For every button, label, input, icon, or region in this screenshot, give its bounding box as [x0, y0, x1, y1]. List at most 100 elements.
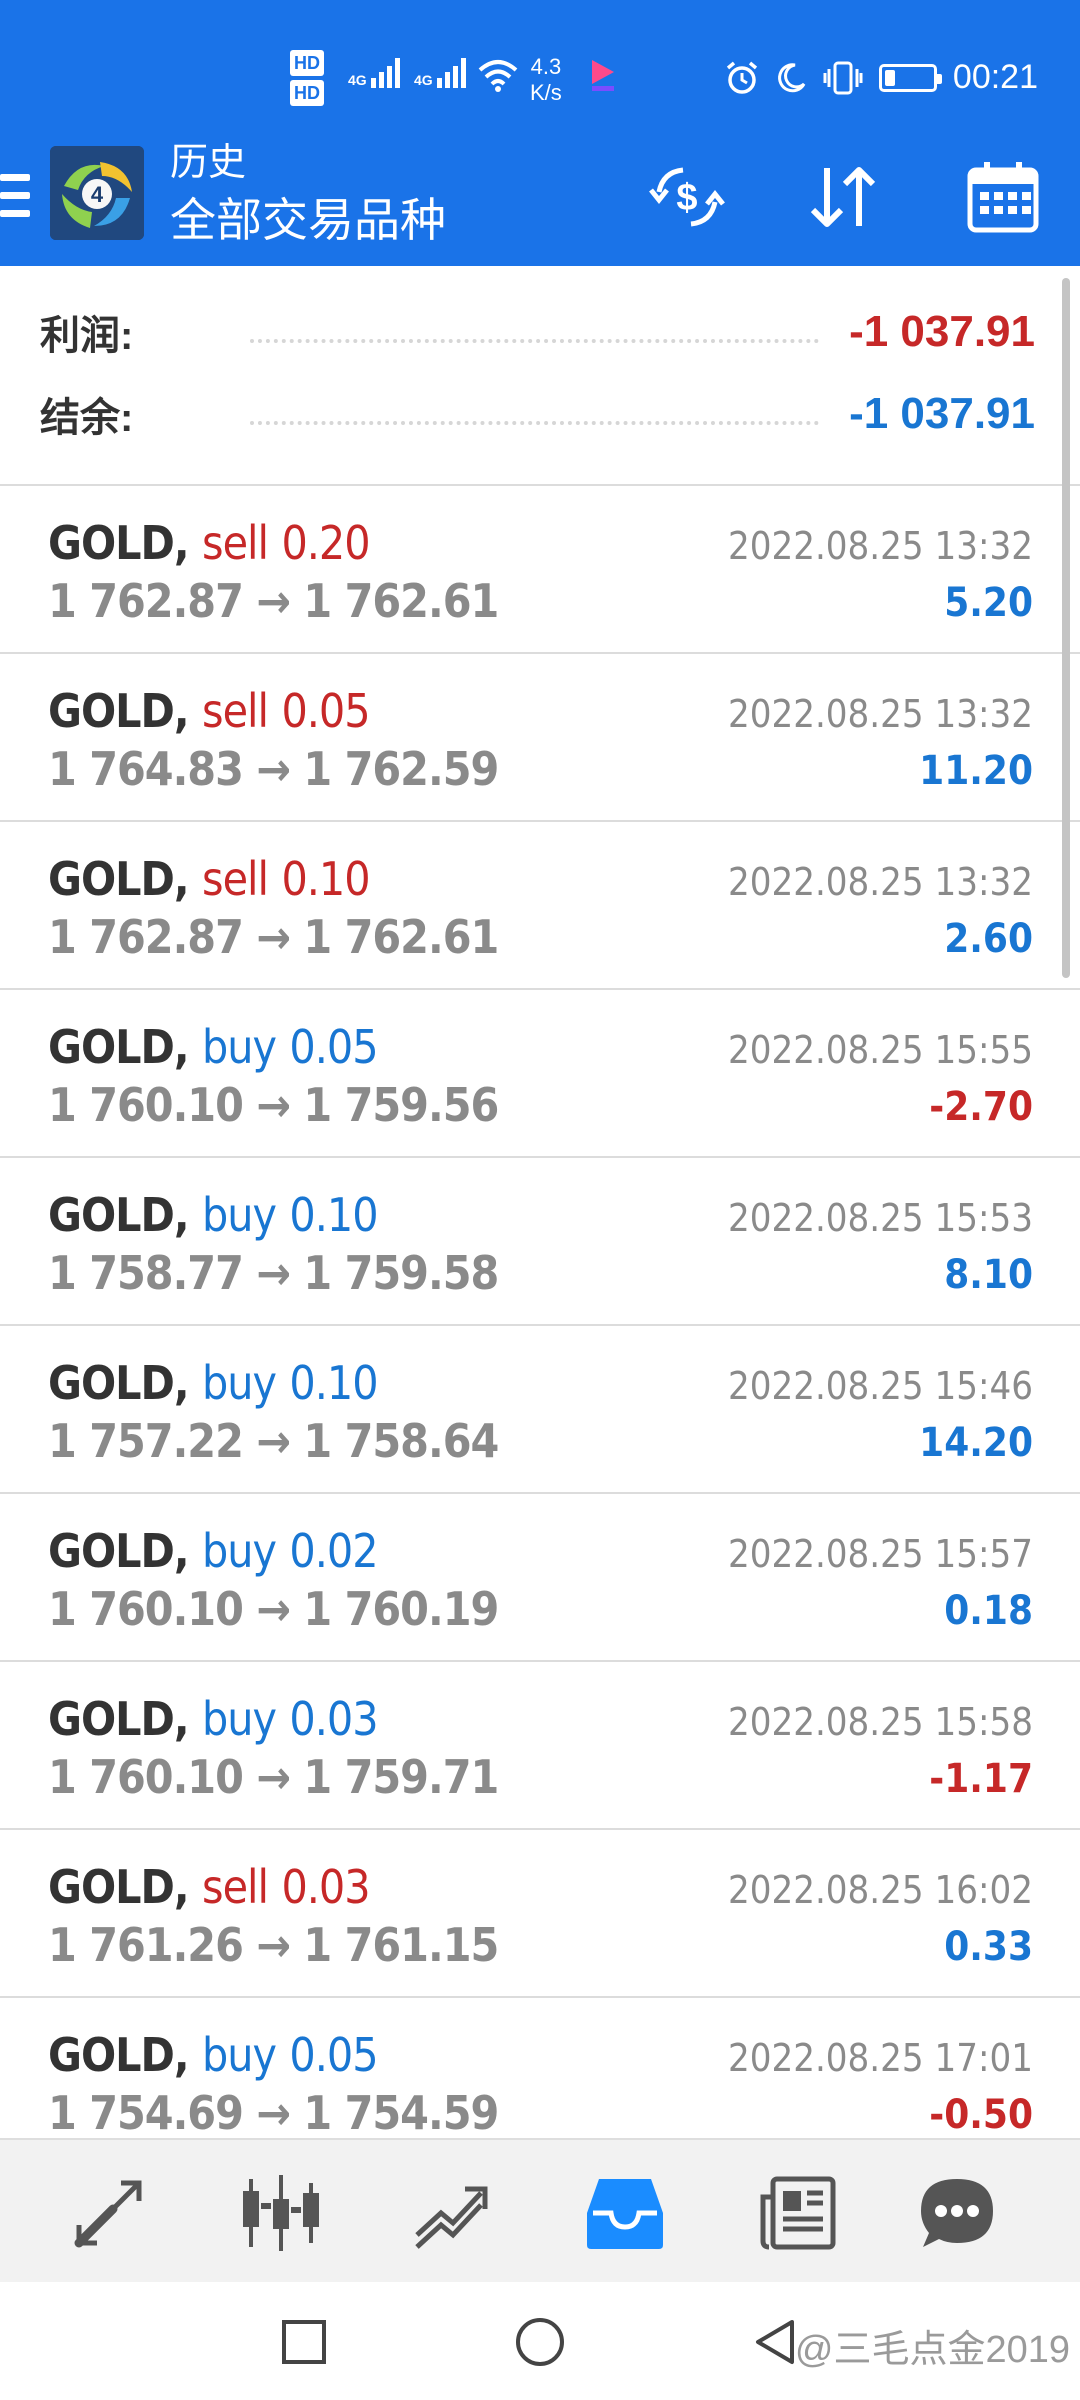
trade-lot: 0.20	[281, 516, 370, 570]
trade-time: 2022.08.25 17:01	[727, 2036, 1033, 2080]
trade-symbol-line: GOLD, buy 0.02	[48, 1524, 379, 1578]
open-price: 1 758.77	[48, 1246, 244, 1300]
trade-symbol: GOLD,	[48, 1020, 190, 1074]
trade-lot: 0.03	[281, 1860, 370, 1914]
trade-prices: 1 757.22 → 1 758.64	[48, 1414, 499, 1468]
trade-time: 2022.08.25 13:32	[727, 692, 1033, 736]
trade-profit: -2.70	[929, 1084, 1033, 1130]
quotes-tab[interactable]	[64, 2168, 154, 2258]
trade-prices: 1 762.87 → 1 762.61	[48, 910, 499, 964]
clock: 00:21	[952, 58, 1038, 96]
screen-title: 历史	[170, 142, 247, 184]
trade-symbol-line: GOLD, sell 0.05	[48, 684, 371, 738]
trade-time: 2022.08.25 15:55	[727, 1028, 1033, 1072]
trade-time: 2022.08.25 15:46	[727, 1364, 1033, 1408]
open-price: 1 762.87	[48, 574, 244, 628]
trade-row[interactable]: GOLD, buy 0.05 1 760.10 → 1 759.56 2022.…	[0, 990, 1080, 1158]
history-tab[interactable]	[580, 2168, 670, 2258]
news-tab[interactable]	[754, 2168, 844, 2258]
trade-time: 2022.08.25 16:02	[727, 1868, 1033, 1912]
bottom-navigation	[0, 2138, 1080, 2282]
trade-symbol: GOLD,	[48, 1356, 190, 1410]
trade-profit: 0.18	[944, 1588, 1033, 1634]
close-price: 1 758.64	[303, 1414, 499, 1468]
open-price: 1 762.87	[48, 910, 244, 964]
open-price: 1 760.10	[48, 1750, 244, 1804]
quotes-icon	[74, 2180, 142, 2248]
balance-label: 结余:	[40, 396, 134, 440]
network-type-1: 4G	[348, 72, 367, 88]
arrow-icon: →	[256, 574, 291, 628]
trade-side: buy	[202, 1188, 277, 1242]
trade-profit: 14.20	[919, 1420, 1033, 1466]
hd2-badge: HD	[290, 80, 324, 106]
summary-panel: 利润: -1 037.91 结余: -1 037.91	[0, 266, 1080, 486]
close-price: 1 759.58	[303, 1246, 499, 1300]
watermark: @三毛点金2019	[794, 2329, 1070, 2371]
trade-tab[interactable]	[406, 2168, 496, 2258]
profit-value: -1 037.91	[849, 307, 1035, 356]
trade-lot: 0.03	[289, 1692, 378, 1746]
menu-icon[interactable]	[0, 174, 30, 224]
network-speed: 4.3 K/s	[530, 54, 562, 106]
trade-symbol: GOLD,	[48, 516, 190, 570]
back-icon[interactable]	[752, 2318, 798, 2366]
trade-prices: 1 764.83 → 1 762.59	[48, 742, 499, 796]
arrow-icon: →	[256, 1582, 291, 1636]
news-icon	[760, 2176, 836, 2250]
volte-indicator: HD HD	[290, 50, 324, 110]
trade-row[interactable]: GOLD, sell 0.05 1 764.83 → 1 762.59 2022…	[0, 654, 1080, 822]
chart-tab[interactable]	[236, 2168, 326, 2258]
trade-lot: 0.10	[281, 852, 370, 906]
symbol-filter[interactable]: 全部交易品种	[170, 192, 446, 248]
trade-time: 2022.08.25 13:32	[727, 524, 1033, 568]
trade-side: sell	[202, 516, 269, 570]
trade-row[interactable]: GOLD, buy 0.03 1 760.10 → 1 759.71 2022.…	[0, 1662, 1080, 1830]
trade-row[interactable]: GOLD, buy 0.10 1 758.77 → 1 759.58 2022.…	[0, 1158, 1080, 1326]
close-price: 1 762.59	[303, 742, 499, 796]
trade-history-list[interactable]: GOLD, sell 0.20 1 762.87 → 1 762.61 2022…	[0, 486, 1080, 2138]
trade-side: buy	[202, 2028, 277, 2082]
arrow-icon: →	[256, 1078, 291, 1132]
trade-row[interactable]: GOLD, buy 0.05 1 754.69 → 1 754.59 2022.…	[0, 1998, 1080, 2138]
network-type-2: 4G	[414, 72, 433, 88]
trade-lot: 0.05	[289, 1020, 378, 1074]
trade-profit: -0.50	[929, 2092, 1033, 2138]
signal-icon: 4G	[414, 58, 469, 88]
arrow-icon: →	[256, 1414, 291, 1468]
trade-prices: 1 758.77 → 1 759.58	[48, 1246, 499, 1300]
speed-value: 4.3	[530, 54, 562, 79]
trade-symbol-line: GOLD, buy 0.10	[48, 1188, 379, 1242]
trade-row[interactable]: GOLD, sell 0.20 1 762.87 → 1 762.61 2022…	[0, 486, 1080, 654]
trade-row[interactable]: GOLD, sell 0.10 1 762.87 → 1 762.61 2022…	[0, 822, 1080, 990]
trade-symbol: GOLD,	[48, 2028, 190, 2082]
trade-row[interactable]: GOLD, sell 0.03 1 761.26 → 1 761.15 2022…	[0, 1830, 1080, 1998]
close-price: 1 759.56	[303, 1078, 499, 1132]
balance-value: -1 037.91	[849, 389, 1035, 438]
chat-tab[interactable]	[912, 2168, 1002, 2258]
trade-symbol-line: GOLD, buy 0.03	[48, 1692, 379, 1746]
period-button[interactable]	[960, 154, 1046, 240]
trade-side: sell	[202, 1860, 269, 1914]
wifi-icon	[478, 60, 518, 92]
trade-side: buy	[202, 1356, 277, 1410]
home-icon[interactable]	[514, 2316, 566, 2368]
arrow-icon: →	[256, 1750, 291, 1804]
alarm-icon	[726, 61, 758, 94]
trade-symbol: GOLD,	[48, 1188, 190, 1242]
trade-row[interactable]: GOLD, buy 0.02 1 760.10 → 1 760.19 2022.…	[0, 1494, 1080, 1662]
trade-side: buy	[202, 1692, 277, 1746]
arrow-icon: →	[256, 742, 291, 796]
trade-side: sell	[202, 684, 269, 738]
sort-button[interactable]	[800, 154, 886, 240]
moon-icon	[778, 62, 806, 92]
chart-icon	[243, 2175, 319, 2251]
scrollbar[interactable]	[1062, 278, 1070, 978]
recents-icon[interactable]	[280, 2318, 328, 2366]
trade-row[interactable]: GOLD, buy 0.10 1 757.22 → 1 758.64 2022.…	[0, 1326, 1080, 1494]
open-price: 1 757.22	[48, 1414, 244, 1468]
profit-filter-button[interactable]: $	[644, 154, 730, 240]
app-logo: 4	[50, 146, 144, 240]
top-bar: HD HD 4G 4G 4.3 K/s 00:21 4 历史 全部交易品种 $	[0, 0, 1080, 266]
trade-lot: 0.10	[289, 1188, 378, 1242]
